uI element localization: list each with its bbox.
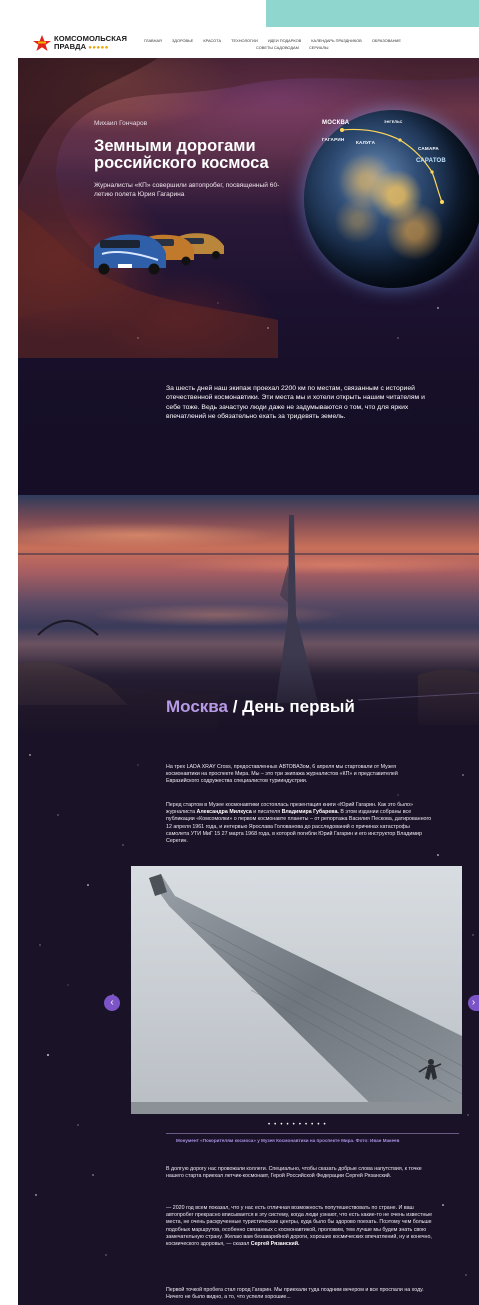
page-subtitle: Журналисты «КП» совершили автопробег, по… (94, 182, 280, 198)
section-day: День первый (242, 697, 355, 716)
photo-slider[interactable] (131, 866, 462, 1114)
site-logo[interactable]: КОМСОМОЛЬСКАЯ ПРАВДА ●●●●● (32, 34, 142, 54)
nav-item-calendar[interactable]: КАЛЕНДАРЬ ПРАЗДНИКОВ (311, 37, 361, 44)
main-nav: ГЛАВНАЯ ЗДОРОВЬЕ КРАСОТА ТЕХНОЛОГИИ ИДЕИ… (144, 37, 464, 51)
map-label-moscow: МОСКВА (322, 120, 350, 126)
star-logo-icon (33, 35, 51, 51)
article-paragraph-3: В долгую дорогу нас провожали коллеги. С… (166, 1166, 422, 1180)
earth-map-image: МОСКВА ГАГАРИН КАЛУГА САМАРА САРАТОВ ЭНГ… (304, 110, 479, 288)
nav-item-gifts[interactable]: ИДЕИ ПОДАРКОВ (268, 37, 301, 44)
section-city: Москва (166, 697, 228, 716)
article-paragraph-1: На трех LADA XRAY Cross, предоставленных… (166, 764, 398, 785)
nav-row-2: СОВЕТЫ САДОВОДАМ СЕРИАЛЫ (144, 44, 464, 51)
nav-item-tech[interactable]: ТЕХНОЛОГИИ (231, 37, 258, 44)
sunset-fade (18, 655, 479, 735)
map-label-kaluga: КАЛУГА (356, 140, 376, 145)
top-banner (266, 0, 479, 27)
nav-item-education[interactable]: ОБРАЗОВАНИЕ (372, 37, 401, 44)
p2-name-milkus: Александра Милкуса (196, 809, 252, 816)
p4-name-ryazansky: Сергей Рязанский. (250, 1241, 300, 1248)
map-label-saratov: САРАТОВ (416, 158, 446, 164)
slider-dots[interactable]: • • • • • • • • • • (268, 1122, 327, 1128)
logo-text: КОМСОМОЛЬСКАЯ ПРАВДА ●●●●● (54, 35, 127, 52)
nav-item-beauty[interactable]: КРАСОТА (203, 37, 221, 44)
nav-item-health[interactable]: ЗДОРОВЬЕ (172, 37, 193, 44)
page-title: Земными дорогами российского космоса (94, 137, 269, 172)
logo-line2: ПРАВДА (54, 42, 87, 51)
map-label-engels: ЭНГЕЛЬС (384, 120, 403, 124)
caption-divider (166, 1133, 459, 1134)
photo-caption: Монумент «Покорителям космоса» у Музея К… (176, 1138, 400, 1143)
nav-item-series[interactable]: СЕРИАЛЫ (309, 44, 328, 51)
intro-paragraph: За шесть дней наш экипаж проехал 2200 км… (166, 385, 425, 421)
section-heading: Москва / День первый (166, 697, 355, 717)
article-paragraph-2: Перед стартом в Музее космонавтики состо… (166, 802, 432, 845)
nav-item-home[interactable]: ГЛАВНАЯ (144, 37, 162, 44)
map-label-gagarin: ГАГАРИН (322, 137, 345, 142)
article-paragraph-5: Первой точкой пробега стал город Гагарин… (166, 1287, 424, 1301)
p2-name-gubarev: Владимира Губарева. (281, 809, 339, 816)
orders-icon: ●●●●● (88, 45, 109, 51)
author-name[interactable]: Михаил Гончаров (94, 120, 147, 127)
nav-item-garden[interactable]: СОВЕТЫ САДОВОДАМ (256, 44, 299, 51)
nav-row-1: ГЛАВНАЯ ЗДОРОВЬЕ КРАСОТА ТЕХНОЛОГИИ ИДЕИ… (144, 37, 464, 44)
cars-image (94, 233, 224, 275)
slider-next-button[interactable]: › (468, 995, 479, 1011)
section-separator: / (227, 697, 243, 716)
article-paragraph-4: — 2020 год всем показал, что у нас есть … (166, 1205, 436, 1248)
slider-prev-button[interactable]: ‹ (104, 995, 120, 1011)
site-header: КОМСОМОЛЬСКАЯ ПРАВДА ●●●●● ГЛАВНАЯ ЗДОРОВ… (18, 28, 479, 58)
map-label-samara: САМАРА (418, 146, 439, 151)
monument-photo (131, 866, 462, 1114)
p2-text-c: и писателя (251, 809, 282, 816)
hero-banner: МОСКВА ГАГАРИН КАЛУГА САМАРА САРАТОВ ЭНГ… (18, 58, 479, 495)
